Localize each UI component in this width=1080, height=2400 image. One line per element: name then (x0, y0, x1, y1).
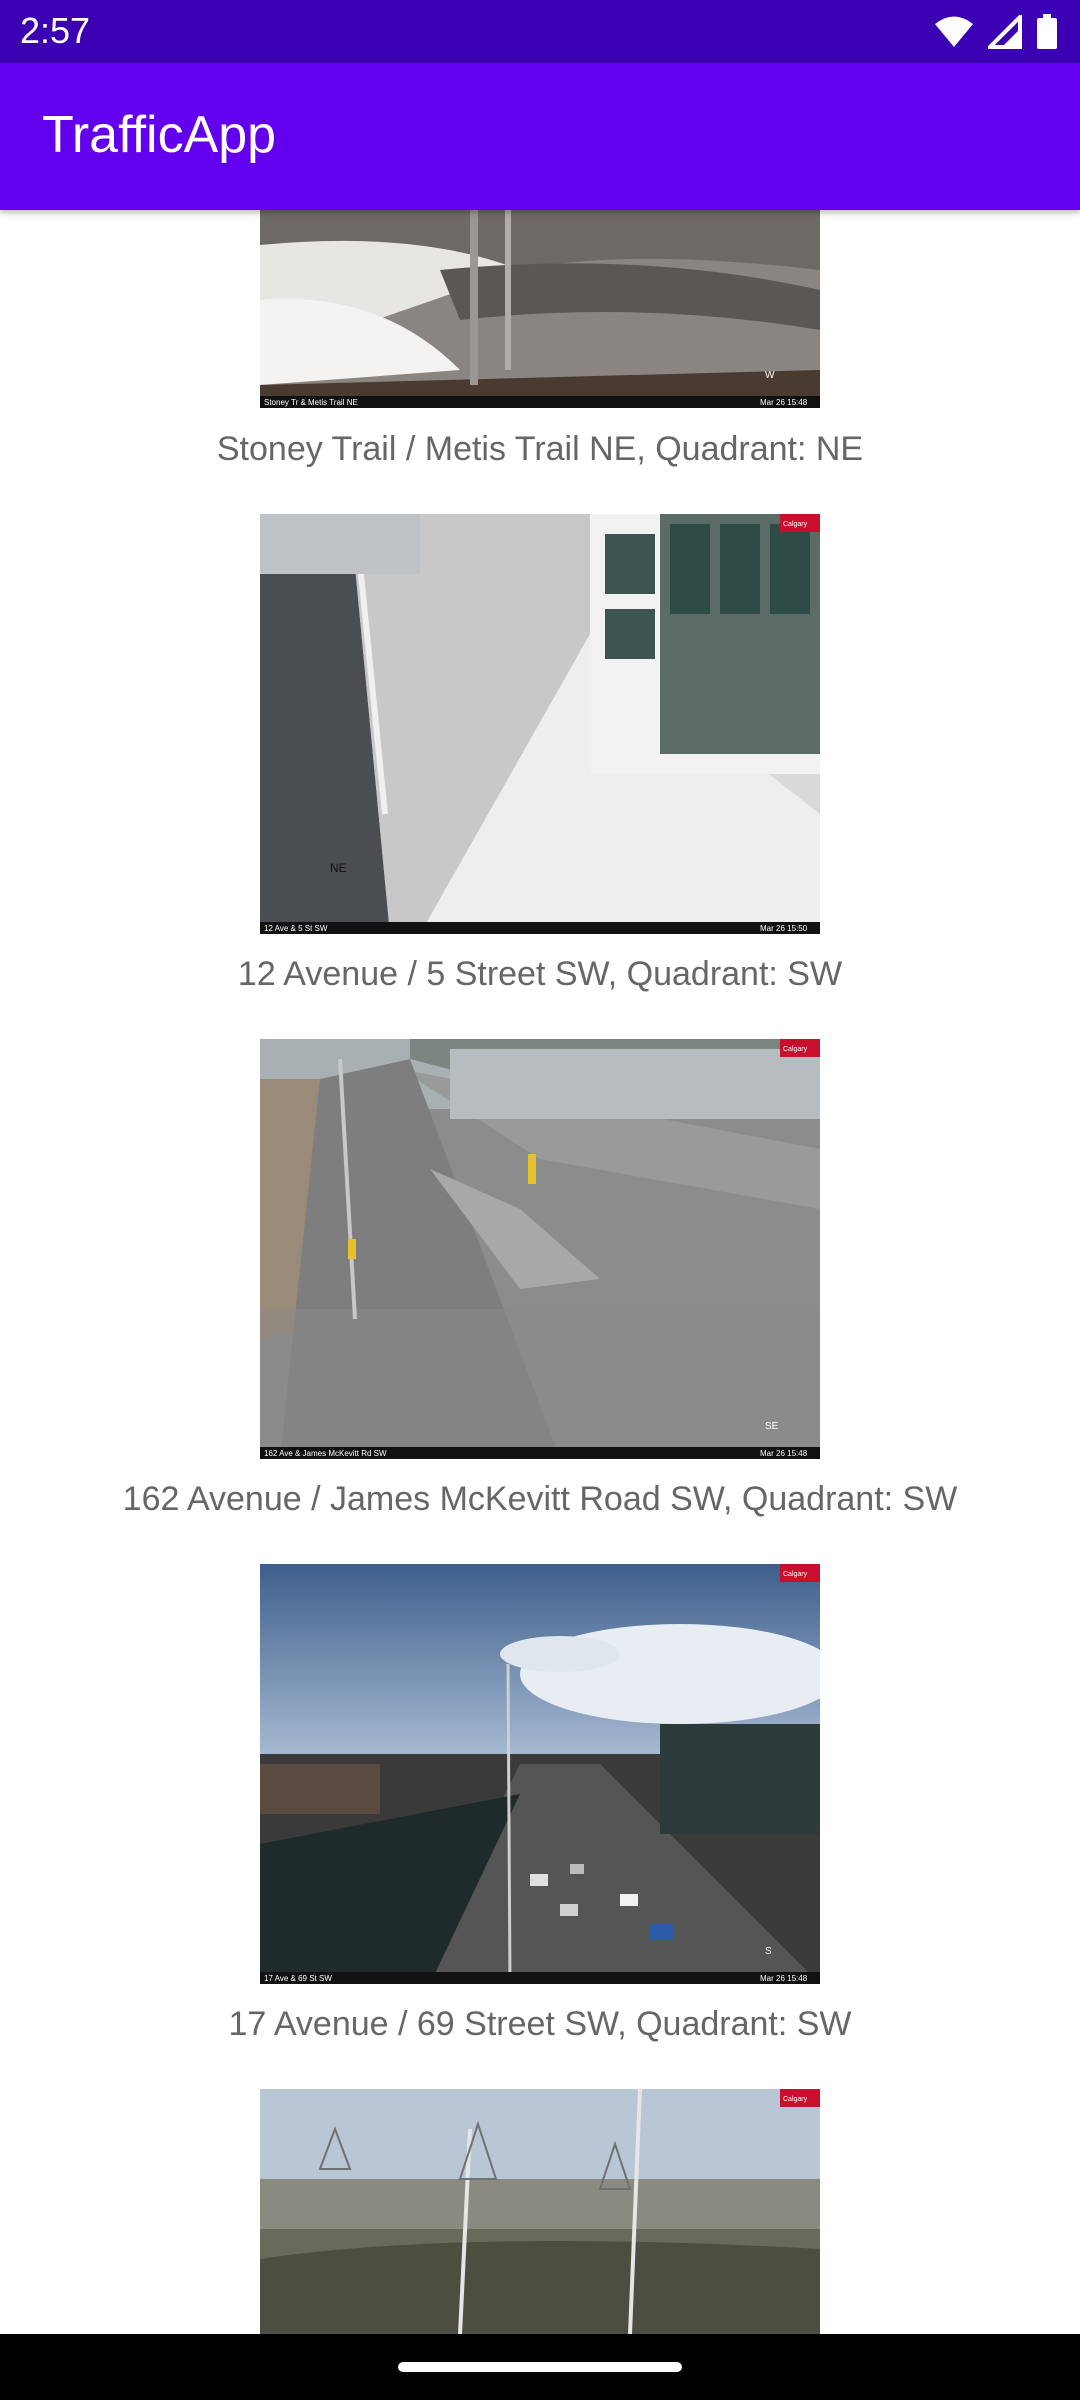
camera-image-5[interactable]: Calgary (260, 2089, 820, 2334)
camera-image-17-ave-69-st[interactable]: Calgary 17 Ave & 69 St SW Mar 26 15:48 S (260, 1564, 820, 1984)
navigation-bar (0, 2334, 1080, 2400)
cell-signal-icon (985, 12, 1022, 54)
calgary-logo: Calgary (783, 2096, 808, 2103)
overlay-direction: S (765, 1946, 772, 1957)
status-icons (934, 12, 1058, 55)
overlay-direction: NE (330, 861, 347, 875)
status-bar: 2:57 (0, 0, 1080, 63)
camera-caption: 12 Avenue / 5 Street SW, Quadrant: SW (237, 955, 843, 993)
overlay-direction: SE (765, 1421, 779, 1432)
calgary-logo: Calgary (783, 1046, 808, 1053)
overlay-timestamp: Mar 26 15:50 (760, 924, 808, 933)
camera-feed-list[interactable]: Stoney Tr & Metis Trail NE Mar 26 15:48 … (0, 210, 1080, 2334)
camera-image-162-ave-james-mckevitt[interactable]: Calgary 162 Ave & James McKevitt Rd SW M… (260, 1039, 820, 1459)
wifi-icon (934, 15, 974, 54)
calgary-logo: Calgary (783, 521, 808, 528)
calgary-logo: Calgary (783, 1571, 808, 1578)
overlay-timestamp: Mar 26 15:48 (760, 398, 808, 407)
overlay-location: 17 Ave & 69 St SW (264, 1974, 332, 1983)
overlay-direction: W (765, 370, 775, 381)
battery-icon (1036, 14, 1058, 55)
overlay-location: 12 Ave & 5 St SW (264, 924, 328, 933)
camera-image-12-ave-5-st[interactable]: Calgary 12 Ave & 5 St SW Mar 26 15:50 NE (260, 514, 820, 934)
overlay-location: 162 Ave & James McKevitt Rd SW (264, 1449, 387, 1458)
camera-caption: Stoney Trail / Metis Trail NE, Quadrant:… (216, 430, 864, 468)
camera-caption: 17 Avenue / 69 Street SW, Quadrant: SW (228, 2005, 852, 2043)
home-gesture-handle[interactable] (398, 2362, 682, 2372)
overlay-timestamp: Mar 26 15:48 (760, 1974, 808, 1983)
camera-caption: 162 Avenue / James McKevitt Road SW, Qua… (122, 1480, 958, 1518)
camera-image-stoney-metis[interactable]: Stoney Tr & Metis Trail NE Mar 26 15:48 … (260, 210, 820, 408)
app-bar: TrafficApp (0, 63, 1080, 210)
overlay-timestamp: Mar 26 15:48 (760, 1449, 808, 1458)
overlay-location: Stoney Tr & Metis Trail NE (264, 398, 358, 407)
app-title: TrafficApp (42, 106, 277, 164)
status-time: 2:57 (20, 10, 91, 51)
